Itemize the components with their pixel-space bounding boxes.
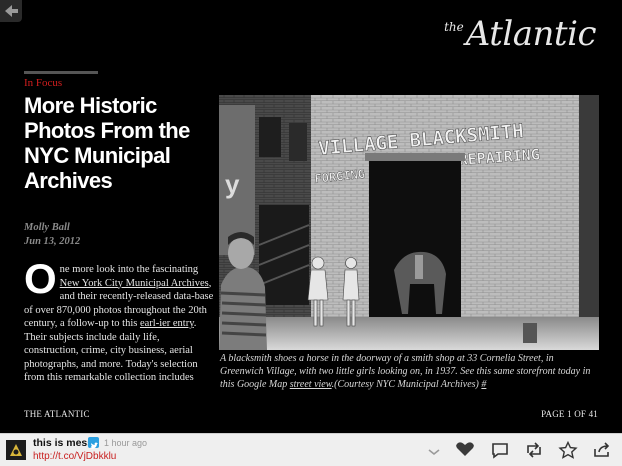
heart-icon[interactable] [454,441,474,459]
article-headline: More Historic Photos From the NYC Munici… [24,93,190,193]
section-rule [24,71,98,74]
avatar[interactable] [6,440,26,460]
page-indicator: PAGE 1 OF 41 [541,409,598,419]
tweet-timestamp: 1 hour ago [104,438,148,448]
twitter-bird-icon [88,437,99,449]
tweet-link[interactable]: http://t.co/VjDbkklu [33,451,116,462]
share-icon[interactable] [592,441,612,459]
comment-icon[interactable] [490,441,510,459]
article-body: One more look into the fascinating New Y… [24,263,214,383]
chevron-down-icon[interactable] [424,441,444,459]
publication-name: THE ATLANTIC [24,409,90,419]
social-bar: this is mess 1 hour ago http://t.co/VjDb… [0,433,622,466]
back-button[interactable] [0,0,22,22]
body-text-1: ne more look into the fascinating [59,264,199,275]
caption-text-2: .(Courtesy NYC Municipal Archives) [331,379,482,390]
the-atlantic-logo: theAtlantic [444,14,596,54]
municipal-archives-link[interactable]: New York City Municipal Archives [60,278,209,289]
earlier-entry-link[interactable]: earl-ier entry [140,318,194,329]
street-view-link[interactable]: street view [290,379,332,390]
author-name: Molly Ball [24,222,70,233]
permalink-hash-link[interactable]: # [481,379,486,390]
photo-caption: A blacksmith shoes a horse in the doorwa… [220,352,598,391]
svg-text:y: y [225,169,240,199]
retweet-icon[interactable] [524,441,544,459]
article-photo[interactable]: y VILLAGE BLACKSMITH FORGING REPAIRING [219,95,599,350]
tweet-username[interactable]: this is mess [33,437,93,449]
logo-prefix: the [444,20,464,34]
back-arrow-icon [5,5,18,17]
star-icon[interactable] [558,441,578,459]
publish-date: Jun 13, 2012 [24,236,81,247]
section-label[interactable]: In Focus [24,77,62,89]
logo-name: Atlantic [465,14,597,54]
drop-cap: O [24,263,57,302]
